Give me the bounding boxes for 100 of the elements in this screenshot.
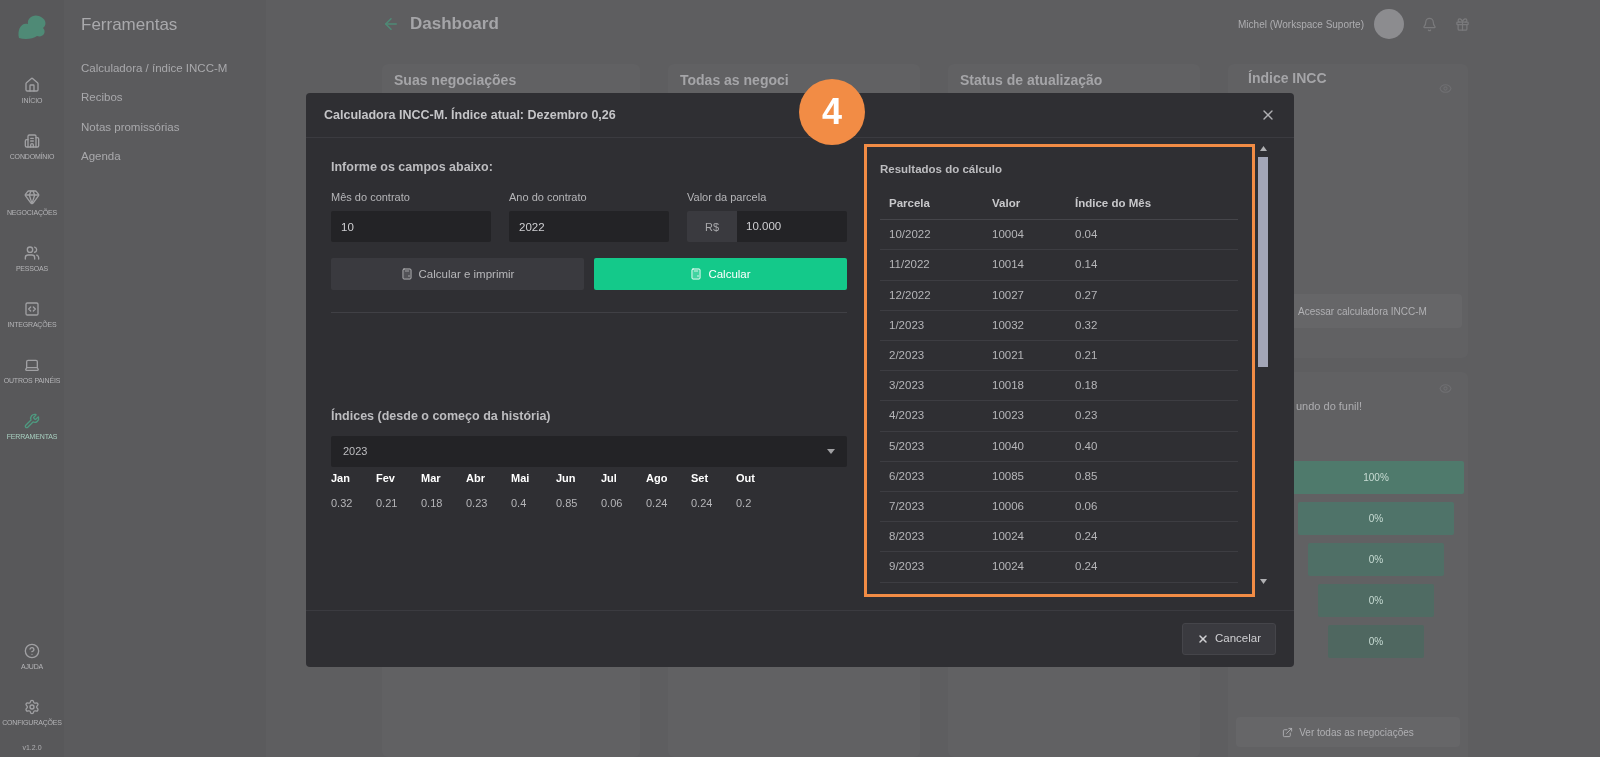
gift-icon[interactable]: [1455, 16, 1470, 32]
cancel-button[interactable]: Cancelar: [1182, 623, 1276, 655]
funnel-value: 0%: [1368, 511, 1384, 526]
month-label: Jun: [556, 471, 577, 486]
users-icon[interactable]: [24, 244, 40, 261]
month-index: 0.24: [691, 495, 714, 511]
month-index: 0.85: [556, 495, 579, 511]
month-index: 0.21: [376, 495, 399, 511]
scroll-down-icon[interactable]: [1259, 579, 1267, 584]
indices-title: Índices (desde o começo da história): [331, 407, 552, 426]
table-cell-text: 0.85: [1074, 468, 1099, 484]
month-index: 0.2: [736, 495, 753, 511]
table-cell-text: 10006: [991, 498, 1025, 514]
table-cell-text: 10014: [991, 257, 1025, 273]
table-cell-text: 10032: [991, 317, 1025, 333]
table-cell-text: 12/2022: [888, 287, 932, 303]
modal-title: Calculadora INCC-M. Índice atual: Dezembro 0,26: [324, 106, 616, 124]
help-icon[interactable]: [24, 643, 40, 659]
column-header: Índice do Mês: [1074, 196, 1153, 212]
scroll-up-icon[interactable]: [1259, 146, 1267, 151]
table-cell-text: 0.24: [1074, 529, 1099, 545]
table-cell-text: 10018: [991, 378, 1025, 394]
table-cell-text: 6/2023: [888, 468, 926, 484]
card-title: Todas as negoci: [680, 72, 789, 88]
month-label: Jan: [331, 471, 351, 486]
tool-link[interactable]: Calculadora / índice INCC-M: [81, 59, 266, 89]
bell-icon[interactable]: [1422, 16, 1437, 32]
table-cell-text: 10004: [991, 227, 1025, 243]
month-index: 0.06: [601, 495, 624, 511]
table-cell-text: 10/2022: [888, 227, 932, 243]
field-label: Mês do contrato: [331, 189, 411, 205]
table-cell-text: 0.40: [1074, 438, 1099, 454]
table-cell-text: 0.27: [1074, 287, 1099, 303]
column-header: Valor: [991, 196, 1022, 212]
month-label: Mai: [511, 471, 531, 486]
tool-link[interactable]: Notas promissórias: [81, 118, 266, 148]
all-deals-button[interactable]: Ver todas as negociações: [1236, 717, 1460, 747]
month-label: Out: [736, 471, 756, 486]
month-label: Set: [691, 471, 710, 486]
field-label: Valor da parcela: [687, 189, 768, 205]
external-link-icon: [1282, 726, 1294, 738]
table-cell-text: 8/2023: [888, 529, 926, 545]
caret-icon: [827, 449, 835, 454]
table-cell-text: 0.04: [1074, 227, 1099, 243]
table-cell-text: 0.06: [1074, 498, 1099, 514]
close-icon: [1197, 633, 1209, 645]
settings-icon[interactable]: [24, 699, 40, 715]
field-label: Ano do contrato: [509, 189, 588, 205]
table-cell-text: 0.21: [1074, 347, 1099, 363]
calculate-print-button[interactable]: Calcular e imprimir: [331, 258, 584, 291]
input-field[interactable]: 10.000: [737, 211, 847, 243]
input-field[interactable]: 10: [331, 211, 491, 243]
table-cell-text: 9/2023: [888, 559, 926, 575]
funnel-value: 0%: [1368, 634, 1384, 649]
table-cell-text: 0.23: [1074, 408, 1099, 424]
month-index: 0.4: [511, 495, 528, 511]
building-icon[interactable]: [24, 132, 40, 149]
table-cell-text: 2/2023: [888, 347, 926, 363]
table-cell-text: 11/2022: [888, 257, 931, 273]
calculator-icon: [400, 268, 413, 281]
table-cell-text: 1/2023: [888, 317, 926, 333]
scrollbar[interactable]: [1257, 144, 1269, 584]
table-cell-text: 0.14: [1074, 257, 1099, 273]
table-cell-text: 4/2023: [888, 408, 926, 424]
currency-prefix: R$: [687, 211, 737, 243]
funnel-text: undo do funil!: [1296, 399, 1363, 414]
month-label: Abr: [466, 471, 486, 486]
input-field[interactable]: 2022: [509, 211, 669, 243]
tool-link[interactable]: Agenda: [81, 148, 266, 178]
table-cell-text: 10023: [991, 408, 1025, 424]
page-title: Dashboard: [410, 13, 499, 36]
panel-title: Ferramentas: [81, 14, 179, 36]
form-title: Informe os campos abaixo:: [331, 159, 494, 176]
table-cell-text: 7/2023: [888, 498, 926, 514]
month-index: 0.32: [331, 495, 354, 511]
funnel-value: 100%: [1363, 470, 1389, 485]
month-index: 0.18: [421, 495, 444, 511]
table-cell-text: 10024: [991, 559, 1025, 575]
funnel-value: 0%: [1368, 552, 1384, 567]
card-title: Índice INCC: [1248, 69, 1327, 88]
gem-icon[interactable]: [24, 188, 40, 205]
user-name[interactable]: Michel (Workspace Suporte): [1238, 16, 1364, 32]
home-icon[interactable]: [24, 76, 40, 93]
month-label: Mar: [421, 471, 442, 486]
calculate-button[interactable]: Calcular: [594, 258, 847, 291]
avatar[interactable]: [1374, 9, 1404, 39]
wrench-icon[interactable]: [24, 412, 40, 429]
code-icon[interactable]: [24, 300, 40, 317]
table-cell-text: 10085: [991, 468, 1025, 484]
year-select[interactable]: 2023: [331, 436, 847, 467]
month-label: Jul: [601, 471, 618, 486]
tool-link[interactable]: Recibos: [81, 89, 266, 119]
table-cell-text: 10027: [991, 287, 1025, 303]
table-cell-text: 0.24: [1074, 559, 1099, 575]
month-index: 0.24: [646, 495, 669, 511]
table-cell-text: 0.32: [1074, 317, 1099, 333]
month-label: Ago: [646, 471, 669, 486]
table-cell-text: 5/2023: [888, 438, 926, 454]
column-header: Parcela: [888, 196, 931, 212]
table-cell-text: 10024: [991, 529, 1025, 545]
